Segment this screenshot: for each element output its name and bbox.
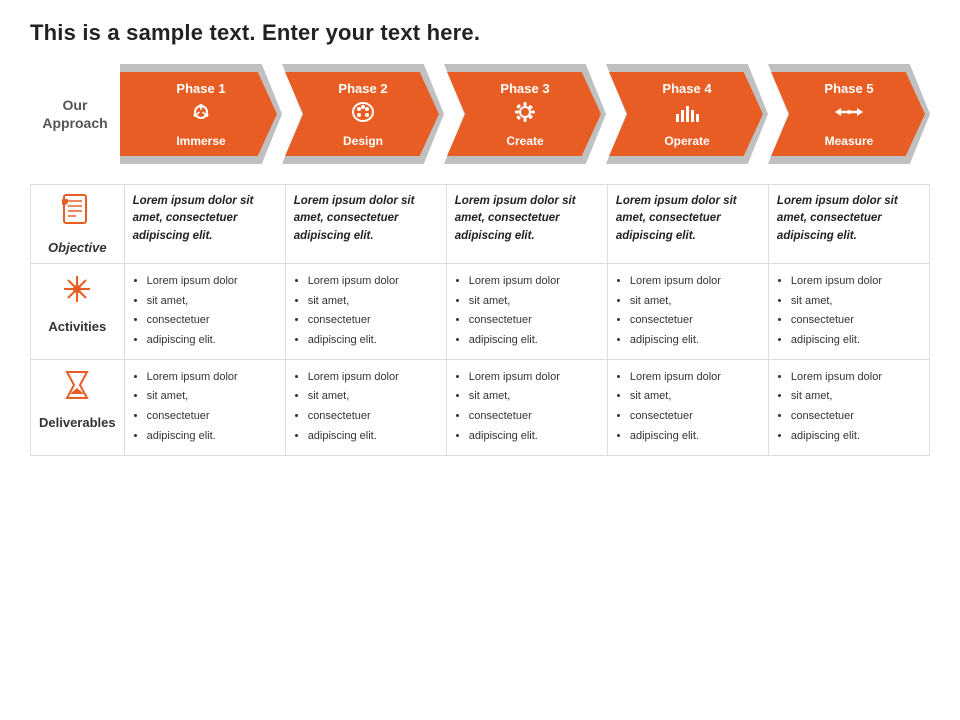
activities-label: Activities — [48, 319, 106, 334]
phase-1-text: Phase 1 — [176, 81, 225, 148]
objective-row-header: ✓ Objective — [31, 185, 125, 264]
activities-row-header: Activities — [31, 264, 125, 360]
phase-3: Phase 3 — [444, 64, 606, 164]
objective-label: Objective — [48, 240, 107, 255]
phase-2: Phase 2 Desig — [282, 64, 444, 164]
phase-4-name: Operate — [662, 134, 711, 148]
phase-3-icon — [500, 98, 549, 132]
svg-text:✓: ✓ — [65, 202, 70, 208]
phase-4: Phase 4 Operate — [606, 64, 768, 164]
phase-3-name: Create — [500, 134, 549, 148]
phase-3-label: Phase 3 — [500, 81, 549, 96]
chevrons-container: Phase 1 — [120, 64, 930, 164]
deliverables-cell-1: Lorem ipsum dolorsit amet,consectetuerad… — [124, 359, 285, 455]
approach-label: OurApproach — [30, 64, 120, 164]
page-title: This is a sample text. Enter your text h… — [30, 20, 930, 46]
phase-1-icon — [176, 98, 225, 132]
activities-cell-2: Lorem ipsum dolorsit amet,consectetuerad… — [285, 264, 446, 360]
chevron-section: OurApproach Phase 1 — [30, 64, 930, 164]
phase-1-name: Immerse — [176, 134, 225, 148]
objective-cell-4: Lorem ipsum dolor sit amet, consectetuer… — [607, 185, 768, 264]
activities-cell-1: Lorem ipsum dolorsit amet,consectetuerad… — [124, 264, 285, 360]
phase-2-label: Phase 2 — [338, 81, 387, 96]
activities-icon — [60, 272, 94, 313]
activities-row: Activities Lorem ipsum dolorsit amet,con… — [31, 264, 930, 360]
phase-5-icon — [824, 98, 873, 132]
deliverables-cell-2: Lorem ipsum dolorsit amet,consectetuerad… — [285, 359, 446, 455]
phase-4-icon — [662, 98, 711, 132]
objective-cell-5: Lorem ipsum dolor sit amet, consectetuer… — [768, 185, 929, 264]
objective-icon: ✓ — [60, 193, 94, 234]
activities-cell-4: Lorem ipsum dolorsit amet,consectetuerad… — [607, 264, 768, 360]
deliverables-cell-5: Lorem ipsum dolorsit amet,consectetuerad… — [768, 359, 929, 455]
phase-2-icon — [338, 98, 387, 132]
activities-cell-5: Lorem ipsum dolorsit amet,consectetuerad… — [768, 264, 929, 360]
phase-2-text: Phase 2 Desig — [338, 81, 387, 148]
activities-cell-3: Lorem ipsum dolorsit amet,consectetuerad… — [446, 264, 607, 360]
objective-cell-2: Lorem ipsum dolor sit amet, consectetuer… — [285, 185, 446, 264]
deliverables-cell-4: Lorem ipsum dolorsit amet,consectetuerad… — [607, 359, 768, 455]
phase-4-label: Phase 4 — [662, 81, 711, 96]
phase-1-label: Phase 1 — [176, 81, 225, 96]
objective-cell-1: Lorem ipsum dolor sit amet, consectetuer… — [124, 185, 285, 264]
objective-row: ✓ Objective Lorem ipsum dolor sit amet, … — [31, 185, 930, 264]
deliverables-cell-3: Lorem ipsum dolorsit amet,consectetuerad… — [446, 359, 607, 455]
phase-3-text: Phase 3 — [500, 81, 549, 148]
phase-4-text: Phase 4 Operate — [662, 81, 711, 148]
deliverables-row: Deliverables Lorem ipsum dolorsit amet,c… — [31, 359, 930, 455]
phase-5-text: Phase 5 Measure — [824, 81, 873, 148]
phase-1: Phase 1 — [120, 64, 282, 164]
phase-5: Phase 5 Measure — [768, 64, 930, 164]
phase-2-name: Design — [338, 134, 387, 148]
deliverables-label: Deliverables — [39, 415, 116, 430]
phase-5-name: Measure — [824, 134, 873, 148]
content-table: ✓ Objective Lorem ipsum dolor sit amet, … — [30, 184, 930, 456]
phase-5-label: Phase 5 — [824, 81, 873, 96]
deliverables-icon — [60, 368, 94, 409]
objective-cell-3: Lorem ipsum dolor sit amet, consectetuer… — [446, 185, 607, 264]
deliverables-row-header: Deliverables — [31, 359, 125, 455]
